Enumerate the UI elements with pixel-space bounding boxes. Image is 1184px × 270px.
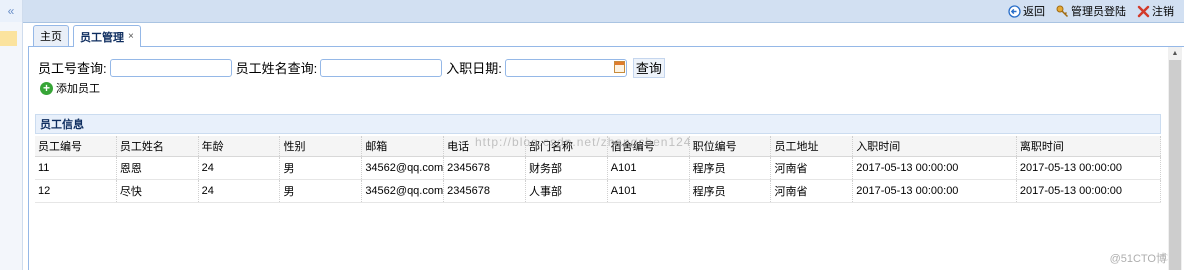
col-hire-time-cell: 2017-05-13 00:00:00 <box>853 180 1017 202</box>
col-email-header[interactable]: 邮箱 <box>362 136 445 156</box>
tab-home-label: 主页 <box>40 31 62 43</box>
sidebar-accent <box>0 31 17 46</box>
logout-link[interactable]: 注销 <box>1136 3 1174 19</box>
table-row[interactable]: 12 尽快 24 男 34562@qq.com 2345678 人事部 A101 程序员 河南省 2… <box>35 180 1161 203</box>
col-position-header[interactable]: 职位编号 <box>690 136 772 156</box>
hire-date-picker <box>504 58 631 77</box>
back-label: 返回 <box>1023 6 1045 18</box>
col-address-cell: 河南省 <box>771 157 854 179</box>
col-leave-time-cell: 2017-05-13 00:00:00 <box>1017 157 1161 179</box>
col-age-cell: 24 <box>199 157 281 179</box>
col-leave-time-cell: 2017-05-13 00:00:00 <box>1017 180 1161 202</box>
col-emp-no-cell: 11 <box>35 157 117 179</box>
tab-employee-management-label: 员工管理 <box>80 31 124 44</box>
col-position-cell: 程序员 <box>690 180 772 202</box>
col-emp-name-cell: 尽快 <box>117 180 199 202</box>
logout-x-icon <box>1136 4 1150 18</box>
collapse-icon[interactable]: « <box>0 0 22 22</box>
col-dept-header[interactable]: 部门名称 <box>526 136 608 156</box>
admin-login-link[interactable]: 管理员登陆 <box>1055 3 1126 19</box>
back-icon <box>1007 4 1021 18</box>
col-age-header[interactable]: 年龄 <box>199 136 281 156</box>
key-icon <box>1055 4 1069 18</box>
col-position-cell: 程序员 <box>690 157 772 179</box>
hire-date-input[interactable] <box>504 58 627 77</box>
col-phone-cell: 2345678 <box>444 157 526 179</box>
col-email-cell: 34562@qq.com <box>362 180 445 202</box>
emp-no-label: 员工号查询: <box>38 61 107 76</box>
add-icon: + <box>40 81 53 95</box>
col-gender-header[interactable]: 性别 <box>280 136 363 156</box>
back-link[interactable]: 返回 <box>1007 3 1045 19</box>
col-emp-no-cell: 12 <box>35 180 117 202</box>
col-hire-time-cell: 2017-05-13 00:00:00 <box>853 157 1017 179</box>
col-dorm-header[interactable]: 宿舍编号 <box>608 136 690 156</box>
calendar-icon[interactable] <box>613 60 625 73</box>
col-phone-cell: 2345678 <box>444 180 526 202</box>
emp-no-input[interactable] <box>109 58 232 77</box>
table-row[interactable]: 11 恩恩 24 男 34562@qq.com 2345678 财务部 A101 程序员 河南省 2… <box>35 157 1161 180</box>
emp-name-input[interactable] <box>320 58 443 77</box>
col-emp-no-header[interactable]: 员工编号 <box>35 136 117 156</box>
col-email-cell: 34562@qq.com <box>362 157 445 179</box>
col-address-header[interactable]: 员工地址 <box>771 136 854 156</box>
admin-login-label: 管理员登陆 <box>1071 6 1126 18</box>
logout-label: 注销 <box>1152 6 1174 18</box>
hire-date-label: 入职日期: <box>446 61 502 76</box>
add-employee-button[interactable]: + 添加员工 <box>40 80 100 96</box>
top-header: 返回 管理员登陆 注销 <box>23 0 1184 23</box>
col-dept-cell: 人事部 <box>526 180 608 202</box>
grid-header-row: 员工编号 员工姓名 年龄 性别 邮箱 电话 部门名称 宿舍编号 职位编号 员工地址 入职时间 离职时间 <box>35 136 1161 157</box>
col-emp-name-header[interactable]: 员工姓名 <box>117 136 199 156</box>
col-age-cell: 24 <box>199 180 281 202</box>
query-button[interactable]: 查询 <box>632 57 665 78</box>
emp-name-label: 员工姓名查询: <box>235 61 318 76</box>
grid-title: 员工信息 <box>35 114 1161 134</box>
col-address-cell: 河南省 <box>771 180 854 202</box>
add-employee-label: 添加员工 <box>56 83 100 95</box>
col-gender-cell: 男 <box>280 157 363 179</box>
vertical-scrollbar[interactable]: ▲ <box>1168 47 1182 270</box>
tab-home[interactable]: 主页 <box>33 25 69 46</box>
col-hire-time-header[interactable]: 入职时间 <box>853 136 1017 156</box>
left-sidebar: « <box>0 0 23 270</box>
col-phone-header[interactable]: 电话 <box>444 136 526 156</box>
col-emp-name-cell: 恩恩 <box>117 157 199 179</box>
scroll-thumb[interactable] <box>1169 60 1181 270</box>
close-icon[interactable]: × <box>128 31 134 42</box>
header-links: 返回 管理员登陆 注销 <box>1007 0 1184 22</box>
col-gender-cell: 男 <box>280 180 363 202</box>
col-dorm-cell: A101 <box>608 180 690 202</box>
tab-employee-management[interactable]: 员工管理 × <box>73 25 141 47</box>
scroll-up-icon[interactable]: ▲ <box>1168 47 1182 59</box>
col-dorm-cell: A101 <box>608 157 690 179</box>
col-dept-cell: 财务部 <box>526 157 608 179</box>
search-form: 员工号查询: 员工姓名查询: 入职日期: 查询 <box>38 57 665 78</box>
col-leave-time-header[interactable]: 离职时间 <box>1017 136 1161 156</box>
tab-strip: 主页 员工管理 × <box>28 24 1184 47</box>
employee-grid: 员工编号 员工姓名 年龄 性别 邮箱 电话 部门名称 宿舍编号 职位编号 员工地址 入职时间 离职时间… <box>35 136 1161 203</box>
